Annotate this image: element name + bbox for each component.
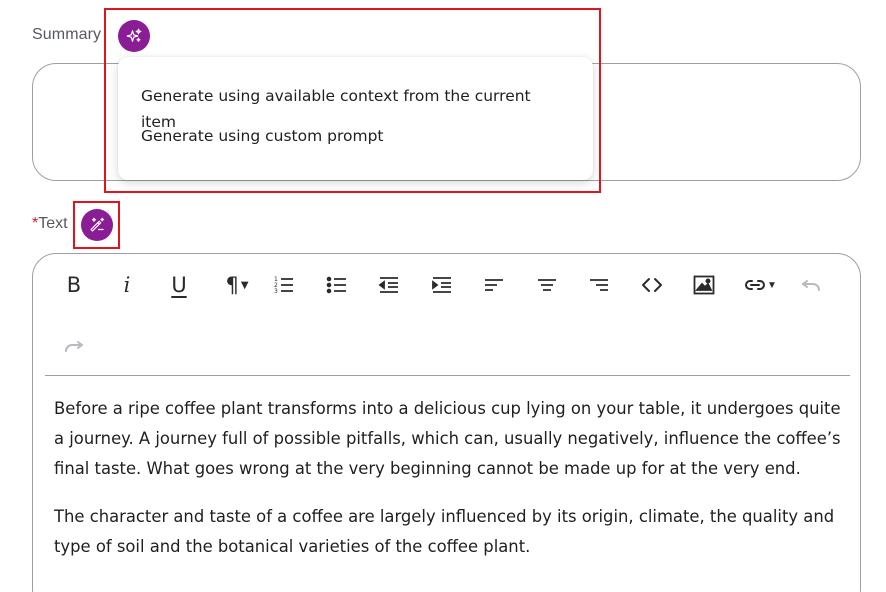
ai-generate-menu: Generate using available context from th… bbox=[118, 57, 593, 180]
outdent-button[interactable] bbox=[372, 268, 406, 302]
magic-wand-icon bbox=[90, 217, 105, 232]
align-right-icon bbox=[590, 279, 608, 291]
image-icon bbox=[693, 275, 715, 295]
toolbar-divider bbox=[45, 375, 850, 376]
chevron-down-icon: ▼ bbox=[240, 279, 249, 291]
editor-content[interactable]: Before a ripe coffee plant transforms in… bbox=[54, 394, 849, 580]
align-left-icon bbox=[485, 279, 503, 291]
redo-icon bbox=[65, 341, 83, 352]
link-icon bbox=[745, 280, 766, 290]
chevron-down-icon: ▼ bbox=[767, 279, 777, 291]
summary-label: Summary bbox=[32, 26, 102, 43]
redo-button[interactable] bbox=[57, 329, 91, 363]
numbered-list-icon: 123 bbox=[274, 276, 293, 295]
text-ai-generate-button[interactable] bbox=[81, 209, 113, 241]
paragraph-icon: ¶ bbox=[225, 273, 239, 297]
bulleted-list-button[interactable] bbox=[320, 268, 354, 302]
summary-ai-generate-button[interactable] bbox=[118, 20, 150, 52]
indent-button[interactable] bbox=[425, 268, 459, 302]
rich-text-editor: B i U ¶ ▼ 123 ▼ Before a ripe coffee pla… bbox=[32, 253, 861, 592]
paragraph: Before a ripe coffee plant transforms in… bbox=[54, 399, 841, 478]
bulleted-list-icon bbox=[326, 276, 346, 294]
numbered-list-button[interactable]: 123 bbox=[267, 268, 301, 302]
code-icon bbox=[642, 278, 662, 292]
editor-toolbar: B i U ¶ ▼ 123 ▼ bbox=[33, 254, 860, 374]
italic-button[interactable]: i bbox=[110, 268, 144, 302]
insert-image-button[interactable] bbox=[687, 268, 721, 302]
align-center-icon bbox=[538, 279, 556, 291]
align-left-button[interactable] bbox=[477, 268, 511, 302]
text-label-name: Text bbox=[38, 215, 68, 232]
sparkles-icon bbox=[126, 28, 142, 42]
underline-button[interactable]: U bbox=[162, 268, 196, 302]
align-center-button[interactable] bbox=[530, 268, 564, 302]
code-button[interactable] bbox=[635, 268, 669, 302]
text-label: *Text bbox=[32, 215, 68, 233]
undo-button[interactable] bbox=[794, 268, 828, 302]
bold-icon: B bbox=[66, 273, 82, 297]
menu-item-generate-custom-prompt[interactable]: Generate using custom prompt bbox=[118, 123, 593, 163]
indent-icon bbox=[432, 277, 451, 293]
align-right-button[interactable] bbox=[582, 268, 616, 302]
bold-button[interactable]: B bbox=[57, 268, 91, 302]
paragraph-format-button[interactable]: ¶ ▼ bbox=[217, 268, 257, 302]
italic-icon: i bbox=[123, 273, 131, 297]
svg-text:3: 3 bbox=[274, 288, 278, 295]
outdent-icon bbox=[378, 277, 398, 293]
undo-icon bbox=[802, 280, 820, 291]
link-button[interactable]: ▼ bbox=[738, 268, 782, 302]
menu-item-generate-from-context[interactable]: Generate using available context from th… bbox=[118, 83, 593, 131]
underline-icon: U bbox=[171, 273, 187, 297]
paragraph: The character and taste of a coffee are … bbox=[54, 507, 835, 556]
